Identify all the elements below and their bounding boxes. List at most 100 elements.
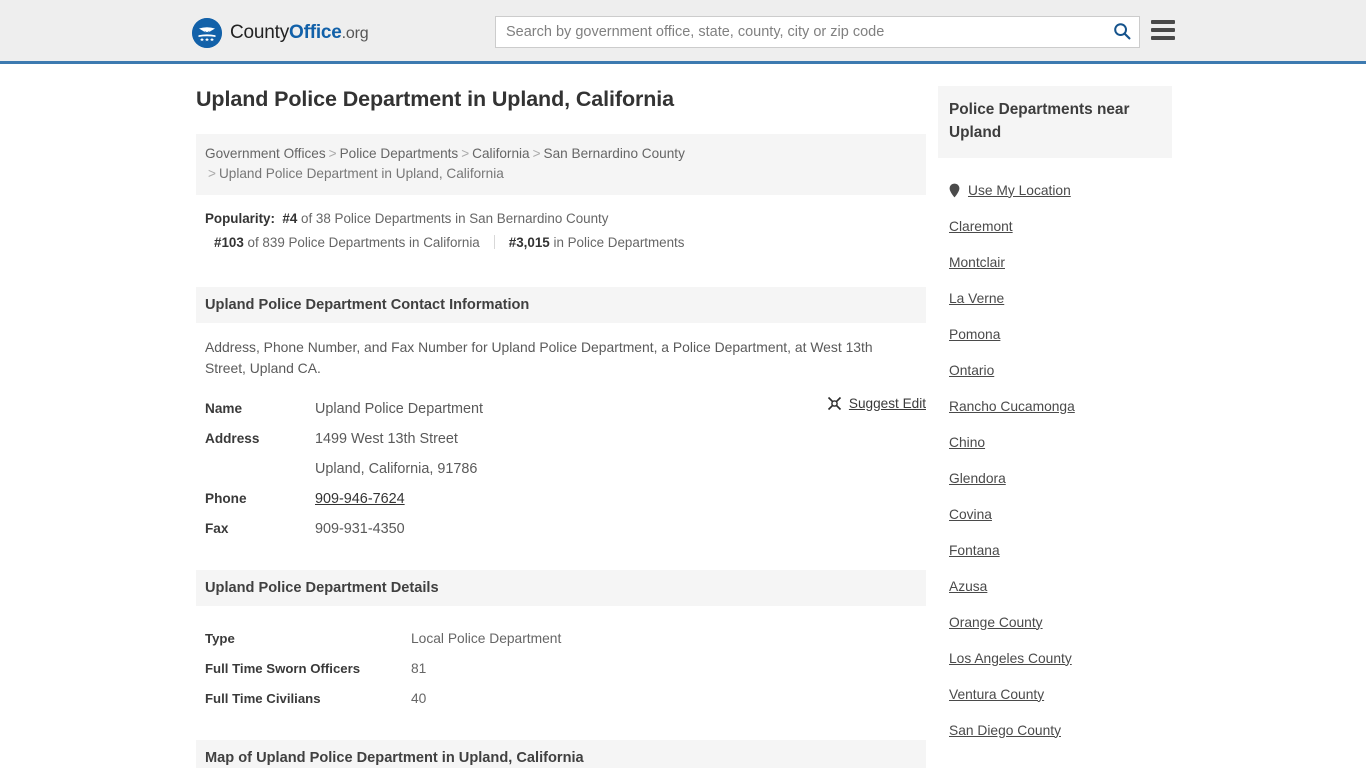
hamburger-bar: [1151, 20, 1175, 24]
contact-row-fax: Fax 909-931-4350: [205, 514, 917, 544]
sidebar-link[interactable]: Orange County: [949, 615, 1043, 630]
sidebar-link[interactable]: Claremont: [949, 219, 1013, 234]
contact-section-heading: Upland Police Department Contact Informa…: [196, 287, 926, 323]
sidebar-link[interactable]: Montclair: [949, 255, 1005, 270]
sidebar-link[interactable]: Chino: [949, 435, 985, 450]
popularity-line-1: Popularity: #4 of 38 Police Departments …: [205, 207, 917, 231]
contact-row-label: Address: [205, 431, 260, 446]
sidebar-list: Use My Location Claremont Montclair La V…: [938, 172, 1172, 748]
details-row-value: 81: [411, 661, 427, 676]
site-logo-link[interactable]: CountyOffice.org: [192, 18, 369, 48]
sidebar-link[interactable]: Covina: [949, 507, 992, 522]
sidebar-heading: Police Departments near Upland: [938, 86, 1172, 158]
brand-part-office: Office: [289, 22, 342, 43]
details-row-value: Local Police Department: [411, 631, 562, 646]
breadcrumb-separator: >: [461, 146, 470, 161]
breadcrumb-separator: >: [208, 166, 216, 181]
popularity-national-rank: #3,015: [508, 235, 550, 250]
site-logo-text: CountyOffice.org: [230, 22, 369, 44]
breadcrumb-current: Upland Police Department in Upland, Cali…: [218, 166, 504, 181]
edit-pencil-icon: [827, 396, 842, 411]
popularity-state-text: of 839 Police Departments in California: [247, 235, 480, 250]
sidebar-link[interactable]: San Diego County: [949, 723, 1061, 738]
sidebar-link[interactable]: Los Angeles County: [949, 651, 1072, 666]
sidebar-item-la-verne[interactable]: La Verne: [938, 280, 1172, 316]
use-my-location-link[interactable]: Use My Location: [968, 183, 1071, 198]
search-submit-button[interactable]: [1105, 17, 1139, 47]
breadcrumb-item-police-departments[interactable]: Police Departments: [340, 146, 459, 161]
contact-info-table: Suggest Edit Name Upland Police Departme…: [196, 394, 926, 544]
suggest-edit[interactable]: Suggest Edit: [827, 396, 926, 411]
details-row-label: Type: [205, 631, 235, 646]
phone-link[interactable]: 909-946-7624: [315, 491, 405, 507]
sidebar-item-ventura-county[interactable]: Ventura County: [938, 676, 1172, 712]
sidebar-link[interactable]: Azusa: [949, 579, 987, 594]
contact-row-value: 1499 West 13th Street: [315, 431, 458, 447]
details-row-sworn-officers: Full Time Sworn Officers 81: [205, 654, 917, 684]
breadcrumb-separator: >: [532, 146, 541, 161]
sidebar-link[interactable]: Glendora: [949, 471, 1006, 486]
hamburger-bar: [1151, 28, 1175, 32]
sidebar-item-rancho-cucamonga[interactable]: Rancho Cucamonga: [938, 388, 1172, 424]
suggest-edit-link[interactable]: Suggest Edit: [849, 396, 926, 411]
search-icon: [1113, 22, 1131, 43]
breadcrumb-item-san-bernardino-county[interactable]: San Bernardino County: [544, 146, 685, 161]
details-row-type: Type Local Police Department: [205, 624, 917, 654]
sidebar-item-claremont[interactable]: Claremont: [938, 208, 1172, 244]
contact-section-description: Address, Phone Number, and Fax Number fo…: [205, 339, 873, 376]
sidebar-link[interactable]: Rancho Cucamonga: [949, 399, 1075, 414]
eagle-stars-logo-icon: [192, 18, 222, 48]
popularity-county-rank: #4: [282, 211, 298, 226]
sidebar-item-san-diego-county[interactable]: San Diego County: [938, 712, 1172, 748]
contact-row-value: 909-931-4350: [315, 521, 405, 537]
sidebar-item-orange-county[interactable]: Orange County: [938, 604, 1172, 640]
hamburger-bar: [1151, 36, 1175, 40]
site-header: CountyOffice.org: [0, 0, 1366, 64]
contact-row-value: 909-946-7624: [315, 484, 405, 514]
sidebar-link[interactable]: La Verne: [949, 291, 1004, 306]
breadcrumb-item-california[interactable]: California: [472, 146, 529, 161]
sidebar-link[interactable]: Pomona: [949, 327, 1000, 342]
popularity-block: Popularity: #4 of 38 Police Departments …: [196, 195, 926, 261]
popularity-national-text: in Police Departments: [553, 235, 685, 250]
contact-row-address-line2: Upland, California, 91786: [205, 454, 917, 484]
main-content: Upland Police Department in Upland, Cali…: [196, 86, 926, 768]
breadcrumb-item-government-offices[interactable]: Government Offices: [205, 146, 326, 161]
sidebar-link[interactable]: Ventura County: [949, 687, 1044, 702]
popularity-line-2: #103 of 839 Police Departments in Califo…: [205, 231, 917, 255]
popularity-national-cell: #3,015 in Police Departments: [509, 231, 685, 255]
details-row-label: Full Time Civilians: [205, 691, 321, 706]
brand-part-county: County: [230, 22, 290, 43]
details-row-civilians: Full Time Civilians 40: [205, 684, 917, 714]
brand-part-org: .org: [341, 25, 369, 42]
sidebar-item-fontana[interactable]: Fontana: [938, 532, 1172, 568]
sidebar-item-los-angeles-county[interactable]: Los Angeles County: [938, 640, 1172, 676]
map-pin-icon: [949, 183, 960, 198]
search-input[interactable]: [496, 17, 1105, 47]
sidebar-item-pomona[interactable]: Pomona: [938, 316, 1172, 352]
page-title: Upland Police Department in Upland, Cali…: [196, 87, 675, 111]
sidebar-item-chino[interactable]: Chino: [938, 424, 1172, 460]
hamburger-menu-icon[interactable]: [1151, 20, 1175, 40]
contact-row-value: Upland Police Department: [315, 401, 483, 417]
sidebar-link[interactable]: Fontana: [949, 543, 1000, 558]
popularity-state-rank: #103: [214, 235, 244, 250]
sidebar-link[interactable]: Ontario: [949, 363, 994, 378]
breadcrumb-separator: >: [328, 146, 337, 161]
sidebar-item-azusa[interactable]: Azusa: [938, 568, 1172, 604]
sidebar-item-use-my-location[interactable]: Use My Location: [938, 172, 1172, 208]
contact-row-phone: Phone 909-946-7624: [205, 484, 917, 514]
sidebar-item-montclair[interactable]: Montclair: [938, 244, 1172, 280]
sidebar-item-covina[interactable]: Covina: [938, 496, 1172, 532]
contact-row-label: Name: [205, 401, 243, 416]
search-bar[interactable]: [495, 16, 1140, 48]
popularity-county-text: of 38 Police Departments in San Bernardi…: [301, 211, 609, 226]
popularity-divider: [493, 235, 495, 249]
contact-row-label: Fax: [205, 521, 229, 536]
details-row-value: 40: [411, 691, 427, 706]
contact-row-value: Upland, California, 91786: [315, 461, 478, 477]
sidebar-item-glendora[interactable]: Glendora: [938, 460, 1172, 496]
contact-row-name: Name Upland Police Department: [205, 394, 917, 424]
sidebar-item-ontario[interactable]: Ontario: [938, 352, 1172, 388]
details-table: Type Local Police Department Full Time S…: [196, 624, 926, 714]
